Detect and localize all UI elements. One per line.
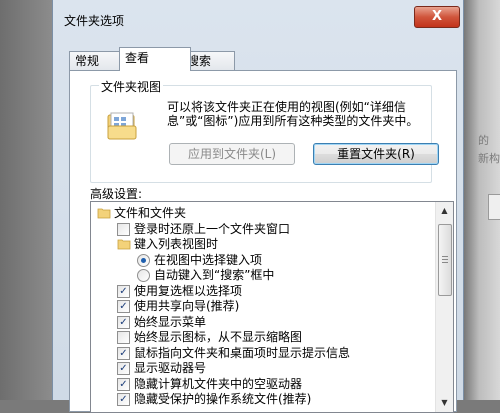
checkbox[interactable]: ✓ — [117, 346, 130, 360]
tree-item-label: 键入列表视图时 — [134, 237, 219, 251]
radio-button[interactable] — [137, 269, 150, 282]
folder-icon — [117, 238, 131, 250]
tree-scrollbar[interactable]: ▲ ▼ — [435, 202, 453, 412]
radio-button[interactable] — [137, 253, 150, 267]
background-box — [488, 194, 500, 220]
tree-item-label: 隐藏计算机文件夹中的空驱动器 — [134, 376, 303, 391]
tree-item-label: 文件和文件夹 — [114, 206, 187, 220]
reset-folders-button[interactable]: 重置文件夹(R) — [313, 143, 439, 165]
view-tab-panel: 文件夹视图 可以将该文件夹正在使用的视图(例如“详细信息”或“图标”)应用到所有… — [69, 70, 457, 413]
scroll-up-icon[interactable]: ▲ — [437, 203, 452, 219]
folder-views-group: 文件夹视图 可以将该文件夹正在使用的视图(例如“详细信息”或“图标”)应用到所有… — [90, 78, 439, 183]
scroll-down-icon[interactable]: ▼ — [437, 395, 452, 411]
checkbox[interactable]: ✓ — [117, 315, 130, 329]
tree-item-label: 始终显示图标，从不显示缩略图 — [134, 330, 303, 344]
folder-view-icon — [107, 112, 137, 140]
scroll-thumb[interactable] — [438, 224, 452, 296]
title-bar[interactable]: 文件夹选项 X — [53, 0, 463, 38]
tree-item-label: 鼠标指向文件夹和桌面项时显示提示信息 — [134, 345, 351, 360]
close-button[interactable]: X — [414, 6, 460, 28]
tree-item-label: 始终显示菜单 — [134, 314, 207, 329]
folder-views-legend: 文件夹视图 — [99, 78, 164, 95]
checkbox[interactable] — [117, 222, 130, 236]
dialog-title: 文件夹选项 — [64, 14, 125, 28]
tree-item-label: 在视图中选择键入项 — [154, 252, 263, 267]
tree-item-label: 自动键入到“搜索”框中 — [154, 268, 275, 282]
checkbox[interactable]: ✓ — [117, 300, 130, 313]
tab-general[interactable]: 常规 — [69, 51, 123, 70]
tree-item-label: 隐藏受保护的操作系统文件(推荐) — [134, 392, 312, 406]
checkbox[interactable] — [117, 331, 130, 344]
folder-options-dialog: 文件夹选项 X 常规 查看 搜索 文件夹视图 可以将该文件夹正在使用的视图(例如… — [52, 0, 464, 413]
tree-item-label: 显示驱动器号 — [134, 361, 207, 375]
background-left — [0, 0, 52, 400]
advanced-settings-tree[interactable]: 文件和文件夹 登录时还原上一个文件夹窗口 键入列表视图时 在视图中选择键入项 自动键入到… — [90, 201, 454, 413]
tab-view[interactable]: 查看 — [119, 47, 191, 71]
apply-to-folders-button[interactable]: 应用到文件夹(L) — [169, 143, 295, 165]
folder-views-description: 可以将该文件夹正在使用的视图(例如“详细信息”或“图标”)应用到所有这种类型的文… — [167, 100, 419, 128]
checkbox[interactable]: ✓ — [117, 377, 130, 391]
tree-item-label: 使用复选框以选择项 — [134, 283, 243, 298]
background-text: 新构 — [478, 152, 500, 165]
tree-item-label: 使用共享向导(推荐) — [134, 299, 240, 313]
checkbox[interactable]: ✓ — [117, 362, 130, 375]
tree-item-label: 登录时还原上一个文件夹窗口 — [134, 221, 291, 236]
advanced-settings-label: 高级设置: — [90, 187, 143, 201]
background-text: 的 — [478, 134, 489, 147]
checkbox[interactable]: ✓ — [117, 284, 130, 298]
folder-icon — [97, 207, 111, 219]
